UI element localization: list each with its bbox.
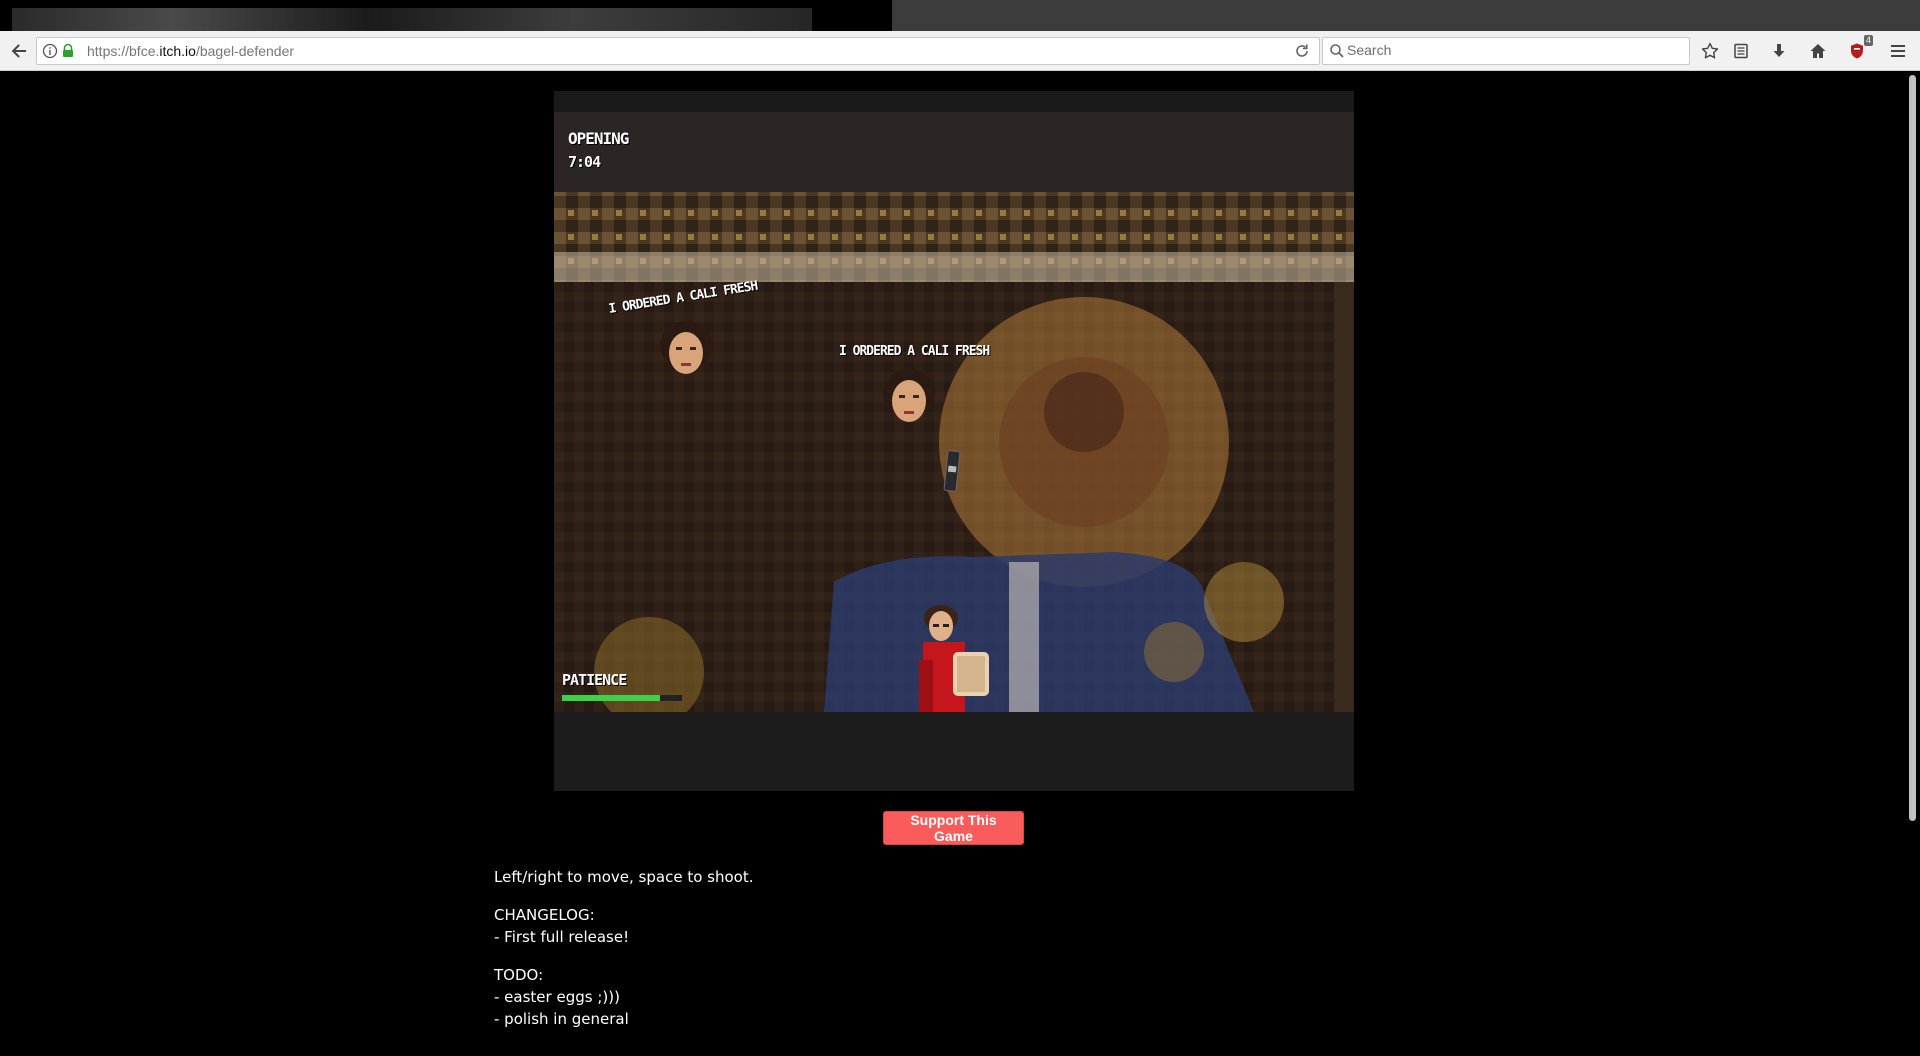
game-canvas[interactable]: OPENING 7:04 I ORDERED A CALI FRESH I OR… — [554, 112, 1354, 712]
customer-sprite — [883, 369, 935, 422]
back-arrow-icon[interactable] — [6, 38, 32, 64]
controls-text: Left/right to move, space to shoot. — [494, 868, 754, 886]
hamburger-menu-icon[interactable] — [1886, 39, 1910, 63]
patience-bar-fill — [562, 695, 661, 701]
home-icon[interactable] — [1806, 39, 1830, 63]
url-path: /bagel-defender — [195, 43, 295, 59]
url-text[interactable]: https://bfce.itch.io/bagel-defender — [87, 42, 294, 60]
url-prefix: https://bfce. — [87, 43, 160, 59]
game-description: Left/right to move, space to shoot. CHAN… — [494, 866, 1394, 1046]
game-frame: OPENING 7:04 I ORDERED A CALI FRESH I OR… — [554, 91, 1354, 791]
changelog-section: CHANGELOG: - First full release! — [494, 904, 1394, 948]
game-footer-area — [554, 712, 1354, 791]
lock-icon — [61, 43, 75, 59]
search-icon — [1329, 43, 1345, 59]
game-timer: 7:04 — [568, 153, 601, 171]
changelog-title: CHANGELOG: — [494, 906, 595, 924]
todo-item: - easter eggs ;))) — [494, 988, 620, 1006]
tab-thumbnail — [12, 8, 812, 31]
scrollbar-thumb[interactable] — [1909, 75, 1916, 821]
addon-badge: 4 — [1863, 35, 1873, 46]
reload-icon[interactable] — [1293, 42, 1311, 60]
url-domain: itch.io — [159, 43, 196, 59]
info-icon[interactable] — [42, 43, 58, 59]
level-label: OPENING — [568, 129, 629, 148]
patience-bar — [562, 695, 682, 701]
todo-item: - polish in general — [494, 1010, 629, 1028]
customer-speech-bubble: I ORDERED A CALI FRESH — [839, 344, 990, 359]
search-input[interactable] — [1347, 40, 1677, 60]
reading-list-icon[interactable] — [1729, 39, 1753, 63]
search-bar[interactable] — [1322, 37, 1690, 65]
patience-label: PATIENCE — [562, 671, 627, 689]
page-scrollbar[interactable] — [1905, 71, 1920, 1056]
tab-strip — [0, 0, 1920, 31]
customer-sprite — [660, 321, 712, 374]
support-this-game-button[interactable]: Support This Game — [883, 811, 1024, 845]
active-tab[interactable] — [0, 0, 892, 31]
addon-shield-icon[interactable]: 4 — [1845, 35, 1873, 63]
url-bar[interactable]: https://bfce.itch.io/bagel-defender — [36, 37, 1320, 65]
todo-section: TODO: - easter eggs ;))) - polish in gen… — [494, 964, 1394, 1030]
todo-title: TODO: — [494, 966, 544, 984]
bookmark-star-icon[interactable] — [1698, 39, 1722, 63]
player-sprite — [919, 605, 989, 712]
changelog-item: - First full release! — [494, 928, 630, 946]
navigation-toolbar: https://bfce.itch.io/bagel-defender 4 — [0, 31, 1920, 71]
download-icon[interactable] — [1767, 39, 1791, 63]
